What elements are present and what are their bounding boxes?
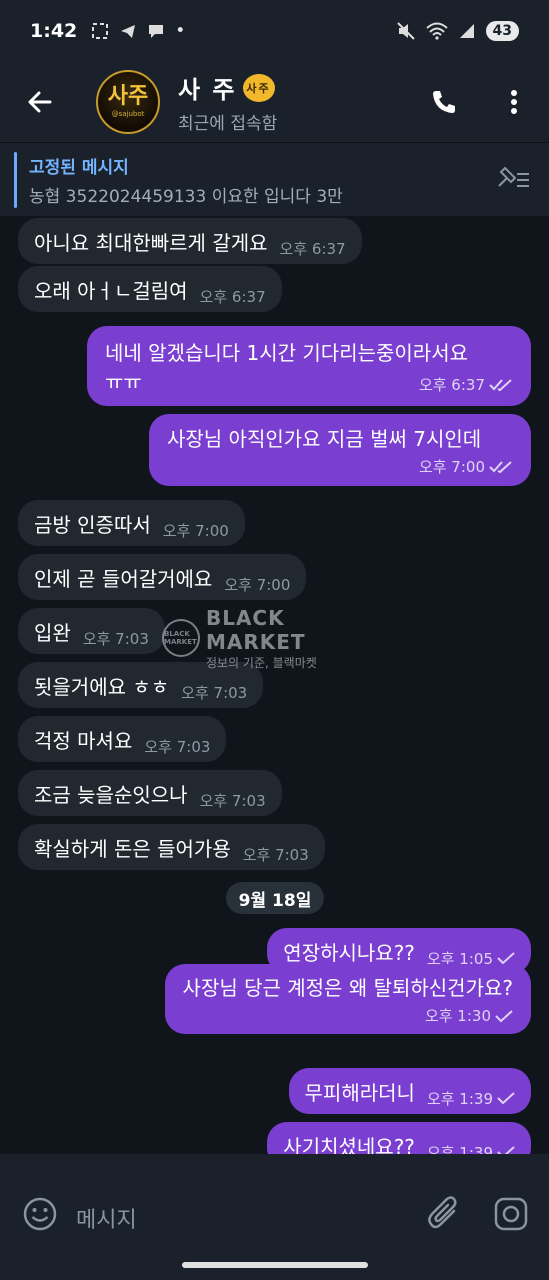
watermark-subtitle: 정보의 기준, 블랙마켓: [205, 655, 317, 670]
message-incoming[interactable]: 오래 아ㅓㄴ걸림여 오후 6:37: [18, 266, 282, 312]
message-time: 오후 1:30: [424, 1007, 491, 1025]
talk-badge-icon: 사주: [242, 73, 275, 102]
date-divider: 9월 18일: [226, 882, 324, 914]
message-time: 오후 7:03: [82, 629, 149, 648]
check-icon: [497, 1092, 515, 1105]
message-text: 사장님 아직인가요 지금 벌써 7시인데: [167, 427, 482, 451]
double-check-icon: [489, 460, 512, 473]
message-incoming[interactable]: 입완 오후 7:03: [18, 608, 165, 654]
message-incoming[interactable]: 아니요 최대한빠르게 갈게요 오후 6:37: [18, 218, 362, 264]
battery-badge: 43: [485, 21, 519, 41]
call-button[interactable]: [409, 62, 479, 142]
wifi-icon: [425, 22, 448, 40]
message-text: 확실하게 돈은 들어가용: [34, 836, 231, 861]
check-icon: [497, 1146, 515, 1154]
status-time: 1:42: [30, 20, 78, 42]
message-time: 오후 7:00: [418, 458, 485, 476]
message-text: 연장하시나요??: [283, 940, 415, 965]
status-bar: 1:42 • 43: [0, 0, 549, 62]
screenshot-icon: [92, 23, 109, 39]
phone-icon: [433, 91, 455, 113]
camera-button[interactable]: [493, 1196, 529, 1236]
message-text-line2: ㅠㅠ: [105, 370, 142, 394]
chat-info[interactable]: 사 주 사주 최근에 접속함: [178, 70, 277, 134]
message-incoming[interactable]: 걱정 마셔요 오후 7:03: [18, 716, 227, 762]
pinned-body: 농협 3522024459133 이요한 입니다 3만: [29, 186, 343, 207]
message-text: 조금 늦을순잇으나: [34, 782, 188, 807]
double-check-icon: [489, 378, 512, 391]
message-outgoing[interactable]: 사기치셨네요?? 오후 1:39: [267, 1122, 531, 1154]
watermark: BLACK MARKET BLACK MARKET 정보의 기준, 블랙마켓: [162, 606, 392, 670]
message-text: 됫을거에요 ㅎㅎ: [34, 674, 170, 699]
watermark-title: BLACK MARKET: [205, 605, 306, 654]
message-list[interactable]: 아니요 최대한빠르게 갈게요 오후 6:37 오래 아ㅓㄴ걸림여 오후 6:37…: [0, 216, 549, 1154]
message-text: 인제 곧 들어갈거에요: [34, 566, 213, 591]
message-text: 아니요 최대한빠르게 갈게요: [34, 230, 268, 255]
pinned-accent-bar: [14, 151, 17, 208]
home-indicator: [182, 1262, 368, 1268]
message-time: 오후 7:03: [199, 791, 266, 810]
emoji-button[interactable]: [22, 1196, 58, 1236]
message-time: 오후 1:39: [426, 1089, 493, 1108]
back-button[interactable]: [0, 62, 80, 142]
message-incoming[interactable]: 금방 인증따서 오후 7:00: [18, 500, 245, 546]
more-vertical-icon: [511, 90, 517, 114]
check-icon: [497, 952, 515, 965]
more-menu-button[interactable]: [479, 62, 549, 142]
message-outgoing[interactable]: 무피해라더니 오후 1:39: [288, 1068, 531, 1114]
message-time: 오후 7:03: [242, 845, 309, 864]
message-time: 오후 1:39: [426, 1143, 493, 1155]
telegram-icon: [121, 25, 136, 38]
check-icon: [495, 1009, 513, 1022]
instagram-camera-icon: [494, 1197, 528, 1231]
message-text: 사기치셨네요??: [283, 1134, 415, 1155]
message-time: 오후 6:37: [418, 376, 485, 394]
mute-icon: [396, 22, 415, 40]
message-incoming[interactable]: 조금 늦을순잇으나 오후 7:03: [18, 770, 282, 816]
message-time: 오후 6:37: [279, 239, 346, 258]
message-time: 오후 7:00: [162, 521, 229, 540]
message-incoming[interactable]: 인제 곧 들어갈거에요 오후 7:00: [18, 554, 307, 600]
chat-header: 사주 @sajubot 사 주 사주 최근에 접속함: [0, 62, 549, 142]
avatar-logo-text: 사주: [107, 84, 149, 109]
message-time: 오후 7:03: [181, 683, 248, 702]
message-text: 네네 알겠습니다 1시간 기다리는중이라서요: [105, 341, 468, 365]
message-outgoing[interactable]: 네네 알겠습니다 1시간 기다리는중이라서요 ㅠㅠ 오후 6:37: [87, 326, 531, 406]
message-time: 오후 7:03: [144, 737, 211, 756]
message-text: 무피해라더니: [304, 1080, 415, 1105]
pin-list-icon: [498, 166, 529, 187]
message-incoming[interactable]: 확실하게 돈은 들어가용 오후 7:03: [18, 824, 325, 870]
message-text: 입완: [34, 620, 71, 645]
message-text: 사장님 당근 계정은 왜 탈퇴하신건가요?: [182, 976, 513, 1000]
pinned-list-button[interactable]: [495, 164, 531, 196]
notification-icons: •: [91, 21, 185, 41]
avatar[interactable]: 사주 @sajubot: [96, 70, 160, 134]
arrow-left-icon: [28, 91, 52, 113]
pinned-title: 고정된 메시지: [29, 157, 129, 178]
chat-icon: [149, 25, 164, 38]
chat-status: 최근에 접속함: [178, 114, 278, 134]
watermark-logo: BLACK MARKET: [162, 619, 200, 657]
avatar-logo-sub: @sajubot: [111, 110, 145, 118]
message-text: 오래 아ㅓㄴ걸림여: [34, 278, 188, 303]
message-outgoing[interactable]: 사장님 아직인가요 지금 벌써 7시인데 오후 7:00: [149, 414, 531, 486]
message-outgoing[interactable]: 사장님 당근 계정은 왜 탈퇴하신건가요? 오후 1:30: [164, 964, 531, 1034]
signal-icon: [459, 24, 474, 38]
attach-button[interactable]: [427, 1196, 461, 1236]
dot-icon: •: [175, 21, 186, 41]
message-time: 오후 6:37: [199, 287, 266, 306]
smiley-icon: [23, 1197, 57, 1231]
message-time: 오후 7:00: [224, 575, 291, 594]
message-text: 금방 인증따서: [34, 512, 151, 537]
message-text: 걱정 마셔요: [34, 728, 133, 753]
pinned-message[interactable]: 고정된 메시지 농협 3522024459133 이요한 입니다 3만: [0, 142, 549, 216]
message-input[interactable]: 메시지: [76, 1202, 137, 1234]
paperclip-icon: [428, 1196, 457, 1229]
chat-title: 사 주: [178, 76, 237, 104]
